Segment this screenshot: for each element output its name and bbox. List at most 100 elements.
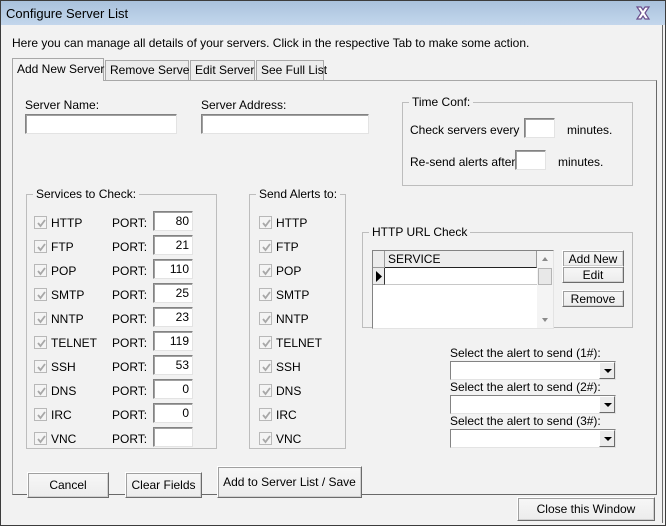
service-name: VNC [51,432,77,446]
alert-select-dropdown[interactable] [450,361,616,380]
resend-minutes-label: minutes. [558,155,604,169]
service-name: NNTP [51,312,84,326]
tab-add-new-server[interactable]: Add New Server [12,58,104,81]
service-checkbox[interactable] [34,408,47,421]
port-input[interactable] [153,403,193,423]
grid-column-header-service[interactable]: SERVICE [385,251,537,268]
tab-remove-server[interactable]: Remove Server [105,60,193,80]
port-input[interactable] [153,283,193,303]
tab-edit-server[interactable]: Edit Server [190,60,255,80]
service-checkbox[interactable] [34,216,47,229]
dialog-client-area: Here you can manage all details of your … [3,25,663,523]
port-input[interactable] [153,331,193,351]
port-input[interactable] [153,379,193,399]
alert-checkbox[interactable] [259,240,272,253]
alert-select-label: Select the alert to send (1#): [450,346,601,360]
configure-server-list-window: Configure Server List Here you can manag… [0,0,666,526]
service-name: SMTP [51,288,85,302]
current-row-arrow-icon [376,271,382,282]
alert-service-name: SMTP [276,288,310,302]
alert-select-label: Select the alert to send (2#): [450,380,601,394]
alert-checkbox[interactable] [259,216,272,229]
alert-select-dropdown[interactable] [450,429,616,448]
grid-cell-service[interactable] [385,268,537,285]
alert-checkbox[interactable] [259,264,272,277]
save-button[interactable]: Add to Server List / Save [217,466,362,498]
http-check-title: HTTP URL Check [369,225,471,239]
alert-checkbox[interactable] [259,312,272,325]
port-label: PORT: [112,408,148,422]
grid-row-selector[interactable] [373,268,385,285]
service-checkbox[interactable] [34,240,47,253]
port-input[interactable] [153,307,193,327]
dropdown-arrow-icon[interactable] [599,396,615,413]
port-label: PORT: [112,384,148,398]
alert-service-name: VNC [276,432,302,446]
add-new-url-button[interactable]: Add New [562,250,624,267]
edit-url-button[interactable]: Edit [562,266,624,283]
alerts-title: Send Alerts to: [256,187,341,201]
clear-fields-button[interactable]: Clear Fields [125,472,202,498]
scroll-up-icon[interactable] [537,254,553,264]
time-conf-group: Time Conf: Check servers every minutes. … [402,95,633,186]
alert-select-label: Select the alert to send (3#): [450,414,601,428]
check-servers-label: Check servers every [410,123,520,137]
service-name: SSH [51,360,76,374]
dropdown-arrow-icon[interactable] [599,362,615,379]
service-checkbox[interactable] [34,384,47,397]
cancel-button[interactable]: Cancel [27,472,109,498]
port-input[interactable] [153,259,193,279]
http-url-check-group: HTTP URL Check SERVICE Add New Edit Remo… [362,225,633,329]
alert-service-name: POP [276,264,302,278]
add-new-server-panel: Server Name: Server Address: Time Conf: … [12,80,657,498]
port-input[interactable] [153,355,193,375]
port-input[interactable] [153,211,193,231]
services-to-check-group: Services to Check: HTTP PORT: FTP PORT: POP P… [26,187,217,449]
alert-checkbox[interactable] [259,288,272,301]
intro-text: Here you can manage all details of your … [12,36,530,50]
server-name-input[interactable] [25,114,177,134]
port-input[interactable] [153,427,193,447]
service-name: IRC [51,408,72,422]
alert-checkbox[interactable] [259,384,272,397]
close-window-button[interactable]: Close this Window [517,497,655,521]
service-checkbox[interactable] [34,336,47,349]
alert-select-dropdown[interactable] [450,395,616,414]
server-name-label: Server Name: [25,98,100,112]
service-name: HTTP [51,216,83,230]
port-label: PORT: [112,264,148,278]
send-alerts-group: Send Alerts to: HTTP FTP POP SMTP NNTP TELNET… [249,187,346,449]
alert-checkbox[interactable] [259,360,272,373]
grid-corner [373,251,385,268]
grid-vertical-scrollbar[interactable] [537,251,553,328]
resend-alerts-label: Re-send alerts after [410,155,516,169]
service-checkbox[interactable] [34,312,47,325]
service-checkbox[interactable] [34,432,47,445]
alert-checkbox[interactable] [259,336,272,349]
alert-checkbox[interactable] [259,432,272,445]
scrollbar-thumb[interactable] [538,268,552,285]
port-label: PORT: [112,336,148,350]
port-input[interactable] [153,235,193,255]
service-name: POP [51,264,77,278]
service-url-grid[interactable]: SERVICE [372,250,554,329]
window-title: Configure Server List [6,6,129,21]
alert-service-name: HTTP [276,216,308,230]
remove-url-button[interactable]: Remove [562,290,624,307]
port-label: PORT: [112,312,148,326]
resend-interval-input[interactable] [515,150,546,170]
close-icon[interactable] [635,6,651,20]
services-title: Services to Check: [33,187,140,201]
port-label: PORT: [112,216,148,230]
alert-service-name: NNTP [276,312,309,326]
alert-checkbox[interactable] [259,408,272,421]
tab-see-full-list[interactable]: See Full List [256,60,327,80]
title-bar[interactable]: Configure Server List [1,1,665,25]
dropdown-arrow-icon[interactable] [599,430,615,447]
service-checkbox[interactable] [34,360,47,373]
scroll-down-icon[interactable] [537,315,553,325]
check-interval-input[interactable] [524,118,555,138]
service-checkbox[interactable] [34,288,47,301]
server-address-input[interactable] [201,114,369,134]
service-checkbox[interactable] [34,264,47,277]
